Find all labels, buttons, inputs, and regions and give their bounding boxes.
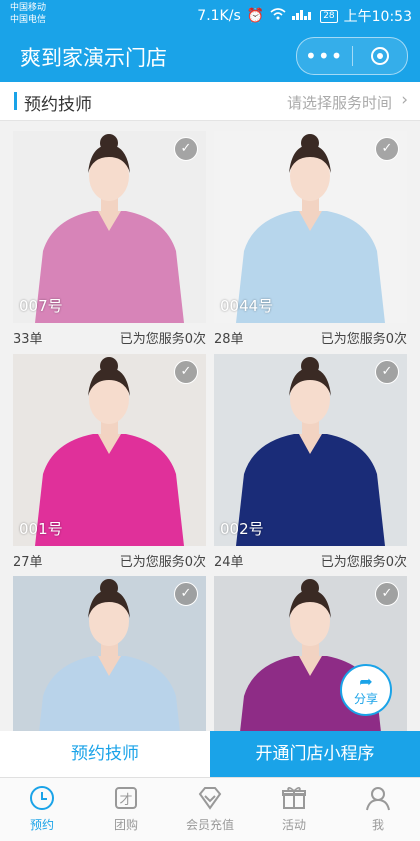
signal-icon (292, 8, 314, 24)
page-title: 爽到家演示门店 (20, 46, 167, 70)
technician-meta: 27单 已为您服务0次 (13, 548, 206, 572)
technician-number: 007号 (19, 297, 63, 315)
technician-meta: 33单 已为您服务0次 (13, 325, 206, 349)
person-icon (366, 787, 390, 811)
check-icon[interactable]: ✓ (174, 360, 198, 384)
open-store-miniprogram-button[interactable]: 开通门店小程序 (210, 731, 420, 777)
tab-group-buy[interactable]: 才 团购 (84, 784, 168, 833)
order-count: 33单 (13, 332, 43, 347)
battery-icon: 28 (320, 9, 338, 23)
chevron-right-icon[interactable]: › (401, 90, 408, 110)
gift-icon (282, 787, 306, 809)
check-icon[interactable]: ✓ (375, 360, 399, 384)
check-icon[interactable]: ✓ (174, 137, 198, 161)
check-icon[interactable]: ✓ (375, 582, 399, 606)
close-miniprogram-button[interactable] (353, 38, 408, 74)
carrier-1: 中国移动 (10, 3, 47, 13)
svg-text:才: 才 (119, 793, 132, 808)
title-bar: 爽到家演示门店 ••• (0, 30, 420, 82)
share-label: 分享 (353, 692, 378, 706)
tab-membership[interactable]: 会员充值 (168, 784, 252, 833)
technician-number: 001号 (19, 520, 63, 538)
section-title: 预约技师 (24, 95, 92, 115)
tab-label: 会员充值 (185, 818, 234, 832)
tab-booking[interactable]: 预约 (0, 784, 84, 833)
check-icon[interactable]: ✓ (174, 582, 198, 606)
clock-icon (30, 786, 54, 810)
served-count: 已为您服务0次 (320, 332, 407, 347)
network-speed: 7.1K/s (197, 8, 241, 24)
tab-label: 活动 (281, 818, 306, 832)
carrier-2: 中国电信 (10, 15, 47, 25)
tab-bar: 预约 才 团购 会员充值 活动 我 (0, 777, 420, 841)
action-bar: 预约技师 开通门店小程序 (0, 731, 420, 777)
technician-grid: ✓ 007号 33单 已为您服务0次 ✓ 0044号 28单 已为您服务0次 ✓ 001号 27单已… (0, 121, 420, 731)
select-time-link[interactable]: 请选择服务时间 (287, 92, 392, 113)
carrier-info: 中国移动 中国电信 (10, 2, 46, 26)
technician-meta: 24单 已为您服务0次 (214, 548, 407, 572)
check-icon[interactable]: ✓ (375, 137, 399, 161)
diamond-icon (198, 787, 222, 810)
tab-me[interactable]: 我 (336, 784, 420, 833)
share-button[interactable]: ➦ 分享 (340, 664, 392, 716)
order-count: 27单 (13, 555, 43, 570)
more-button[interactable]: ••• (297, 38, 352, 74)
technician-number: 0044号 (220, 297, 274, 315)
technician-meta: 28单 已为您服务0次 (214, 325, 407, 349)
accent-bar (14, 92, 17, 110)
group-buy-icon: 才 (115, 787, 137, 809)
book-technician-button[interactable]: 预约技师 (0, 731, 210, 777)
status-bar: 中国移动 中国电信 7.1K/s ⏰ 28 上午10:53 (0, 0, 420, 30)
tab-label: 我 (371, 818, 384, 832)
target-icon (370, 47, 389, 65)
section-header: 预约技师 请选择服务时间 › (0, 82, 420, 121)
share-arrow-icon: ➦ (359, 672, 373, 691)
served-count: 已为您服务0次 (119, 332, 206, 347)
capsule-menu: ••• (296, 37, 408, 75)
tab-label: 团购 (113, 818, 138, 832)
order-count: 24单 (214, 555, 244, 570)
tab-activity[interactable]: 活动 (252, 784, 336, 833)
tab-label: 预约 (29, 818, 54, 832)
more-dots-icon: ••• (305, 44, 344, 68)
clock-time: 上午10:53 (343, 9, 412, 25)
technician-number: 002号 (220, 520, 264, 538)
wifi-icon (270, 8, 286, 24)
served-count: 已为您服务0次 (119, 555, 206, 570)
alarm-icon: ⏰ (246, 8, 265, 24)
served-count: 已为您服务0次 (320, 555, 407, 570)
order-count: 28单 (214, 332, 244, 347)
